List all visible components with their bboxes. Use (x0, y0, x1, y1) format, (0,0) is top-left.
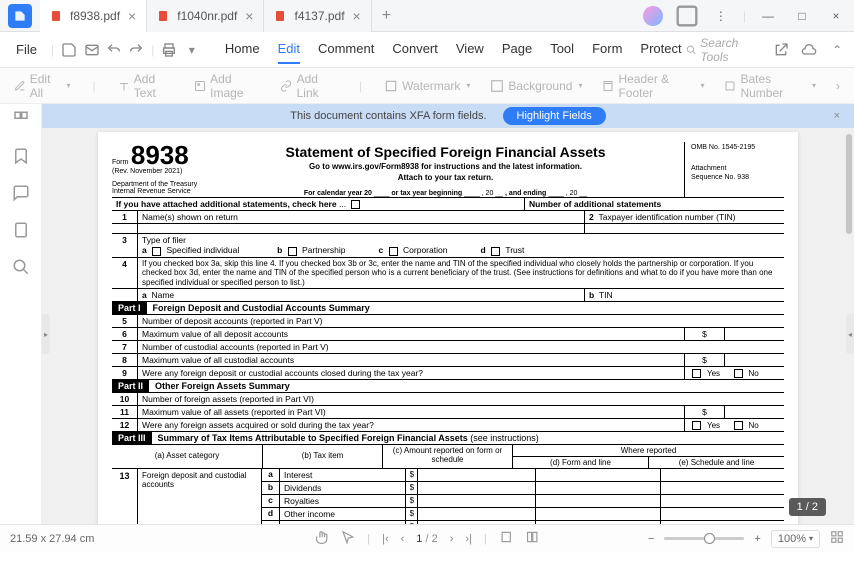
zoom-select[interactable]: 100% ▾ (771, 530, 820, 548)
menu-form[interactable]: Form (592, 35, 622, 64)
close-icon[interactable]: × (353, 8, 361, 24)
search-input[interactable]: Search Tools (686, 36, 763, 64)
share-icon[interactable] (772, 40, 790, 60)
notification-icon[interactable] (673, 2, 701, 30)
tab-1[interactable]: f1040nr.pdf × (147, 0, 264, 32)
first-page-icon[interactable]: |‹ (382, 533, 389, 545)
zoom-out-button[interactable]: − (648, 533, 654, 545)
pdf-icon (157, 10, 169, 22)
dropdown-caret-icon[interactable]: ▾ (183, 40, 201, 60)
edit-all-button[interactable]: Edit All (14, 72, 71, 100)
redo-icon[interactable] (127, 40, 145, 60)
menu-convert[interactable]: Convert (392, 35, 438, 64)
app-logo-icon (8, 4, 32, 28)
add-tab-button[interactable]: + (372, 7, 401, 25)
toolbar-more-icon[interactable]: › (836, 79, 840, 93)
fullscreen-icon[interactable] (830, 530, 844, 547)
banner-text: This document contains XFA form fields. (290, 110, 486, 122)
close-window-button[interactable]: × (822, 2, 850, 30)
prev-page-icon[interactable]: ‹ (401, 533, 405, 545)
menu-view[interactable]: View (456, 35, 484, 64)
save-icon[interactable] (60, 40, 78, 60)
pdf-page: Form 8938 (Rev. November 2021) Departmen… (98, 132, 798, 524)
page-dimensions: 21.59 x 27.94 cm (10, 533, 94, 545)
close-icon[interactable]: × (128, 8, 136, 24)
page-badge: 1 / 2 (789, 498, 826, 516)
mail-icon[interactable] (82, 40, 100, 60)
hand-tool-icon[interactable] (315, 530, 329, 547)
ai-icon[interactable] (643, 6, 663, 26)
zoom-slider[interactable] (664, 537, 744, 540)
menu-home[interactable]: Home (225, 35, 260, 64)
header-footer-button[interactable]: Header & Footer (602, 72, 704, 100)
bookmarks-icon[interactable] (12, 147, 30, 168)
attachments-icon[interactable] (12, 221, 30, 242)
cloud-icon[interactable] (800, 40, 818, 60)
menu-edit[interactable]: Edit (278, 35, 300, 64)
pdf-icon (50, 10, 62, 22)
collapse-icon[interactable]: ⌃ (828, 40, 846, 60)
xfa-banner: This document contains XFA form fields. … (42, 104, 854, 128)
comments-icon[interactable] (12, 184, 30, 205)
menu-comment[interactable]: Comment (318, 35, 374, 64)
add-link-button[interactable]: Add Link (280, 72, 337, 100)
pdf-icon (274, 10, 286, 22)
tab-label: f1040nr.pdf (177, 9, 237, 23)
add-text-button[interactable]: Add Text (118, 72, 174, 100)
search-icon (686, 44, 697, 56)
add-image-button[interactable]: Add Image (194, 72, 260, 100)
tab-2[interactable]: f4137.pdf × (264, 0, 371, 32)
menu-page[interactable]: Page (502, 35, 532, 64)
undo-icon[interactable] (105, 40, 123, 60)
menu-protect[interactable]: Protect (640, 35, 681, 64)
bates-button[interactable]: Bates Number (724, 72, 816, 100)
tab-0[interactable]: f8938.pdf × (40, 0, 147, 32)
banner-close-icon[interactable]: × (834, 110, 840, 122)
page-input[interactable]: 1 (416, 533, 422, 545)
search-panel-icon[interactable] (12, 258, 30, 279)
watermark-button[interactable]: Watermark (384, 79, 470, 93)
maximize-button[interactable]: □ (788, 2, 816, 30)
close-icon[interactable]: × (245, 8, 253, 24)
minimize-button[interactable]: — (754, 2, 782, 30)
expand-left-icon[interactable]: ▸ (42, 314, 50, 354)
zoom-in-button[interactable]: + (754, 533, 760, 545)
fit-width-icon[interactable] (499, 530, 513, 547)
thumbnails-icon[interactable] (12, 110, 30, 131)
select-tool-icon[interactable] (341, 530, 355, 547)
expand-right-icon[interactable]: ◂ (846, 314, 854, 354)
fit-page-icon[interactable] (525, 530, 539, 547)
tab-label: f4137.pdf (294, 9, 344, 23)
highlight-fields-button[interactable]: Highlight Fields (503, 107, 606, 125)
next-page-icon[interactable]: › (450, 533, 454, 545)
background-button[interactable]: Background (490, 79, 582, 93)
file-menu[interactable]: File (8, 38, 45, 61)
menu-tool[interactable]: Tool (550, 35, 574, 64)
tab-label: f8938.pdf (70, 9, 120, 23)
last-page-icon[interactable]: ›| (465, 533, 472, 545)
scrollbar[interactable] (846, 134, 852, 234)
print-icon[interactable] (160, 40, 178, 60)
kebab-icon[interactable]: ⋮ (707, 2, 735, 30)
